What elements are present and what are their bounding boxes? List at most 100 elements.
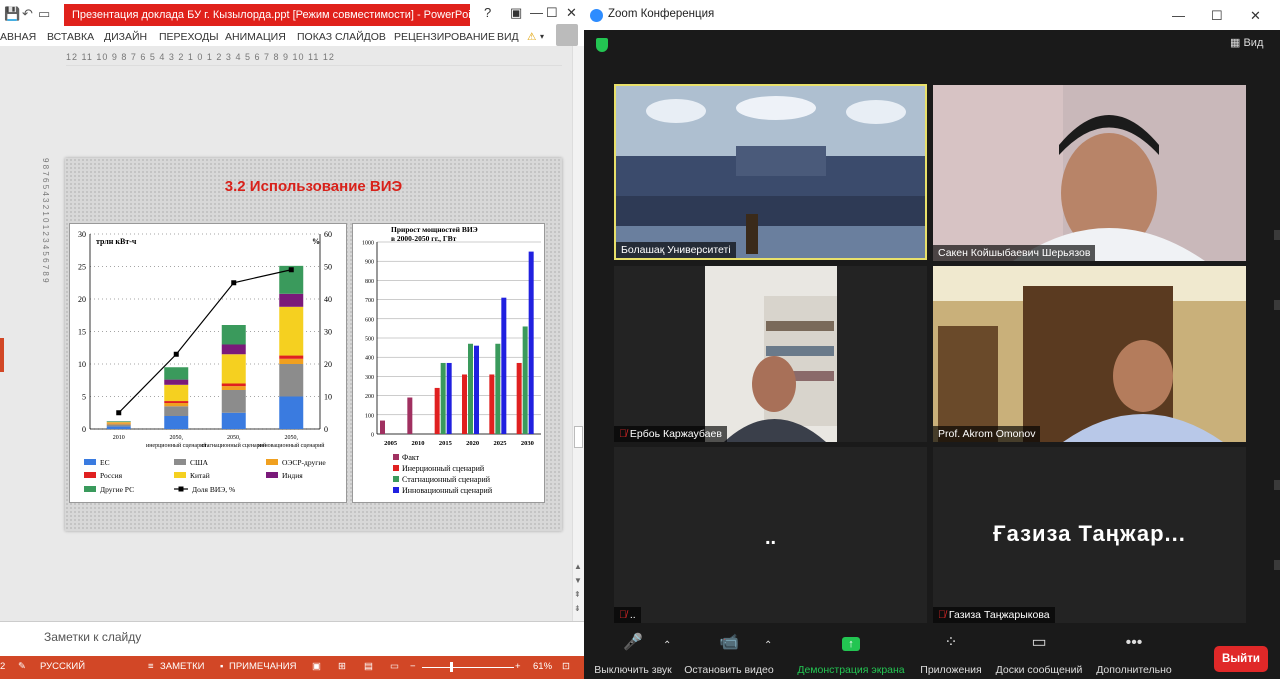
y-tick-label: 500 [365,337,374,343]
fit-slide-icon[interactable]: ⊡ [562,661,570,672]
leave-button[interactable]: Выйти [1214,646,1268,672]
vertical-scrollbar[interactable]: ▲ ▼ ⇞ ⇟ [572,46,584,621]
scroll-thumb[interactable] [574,426,583,448]
participant-initials: .. [764,527,777,549]
normal-view-icon[interactable]: ▣ [312,661,321,672]
bar-segment [164,379,189,385]
slideshow-view-icon[interactable]: ▭ [390,661,399,672]
next-slide-icon[interactable]: ⇟ [574,604,581,613]
video-participant [933,266,1246,442]
maximize-icon[interactable]: ☐ [546,5,558,21]
bar [440,362,446,434]
notes-button[interactable]: ЗАМЕТКИ [160,661,205,672]
thumbnail-pane-edge[interactable] [0,338,4,372]
legend-label: Россия [100,471,123,480]
chevron-up-icon[interactable]: ⌃ [663,640,671,651]
x-tick-label: 2050, [170,435,184,441]
tab-animations[interactable]: АНИМАЦИЯ [225,28,286,46]
bar-segment [106,424,131,427]
minimize-icon[interactable]: — [530,5,543,20]
participant-name: Сакен Койшыбаевич Шерьязов [933,245,1096,261]
mute-button[interactable]: 🎤 Выключить звук [592,630,674,676]
legend-label: ОЭСР-другие [282,458,326,467]
tab-view[interactable]: ВИД [497,28,519,46]
x-tick-label: 2030 [521,440,534,447]
bar-segment [164,403,189,407]
zoom-minimize-icon[interactable]: — [1172,8,1185,23]
x-tick-label: 2025 [494,440,508,447]
tab-insert[interactable]: ВСТАВКА [47,28,94,46]
chevron-up-icon[interactable]: ⌃ [764,640,772,651]
participant-tile[interactable]: Ғазиза Таңжар... 🎙̸ Газиза Таңжарыкова [933,447,1246,623]
slide-sorter-icon[interactable]: ⊞ [338,661,346,672]
zoom-level[interactable]: 61% [533,661,552,672]
whiteboard-button[interactable]: ▭ Доски сообщений [992,630,1086,676]
bar-segment [164,384,189,402]
horizontal-ruler: 12 11 10 9 8 7 6 5 4 3 2 1 0 1 2 3 4 5 6… [66,52,562,66]
language-indicator[interactable]: РУССКИЙ [40,661,85,672]
bar [462,374,467,434]
video-button[interactable]: 📹 Остановить видео [684,630,774,676]
help-icon[interactable]: ? [484,5,491,20]
legend-swatch [174,472,186,478]
participant-tile[interactable]: Prof. Akrom Omonov [933,266,1246,442]
participant-tile[interactable]: 🎙̸ Ербоь Каржаубаев [614,266,927,442]
zoom-slider-thumb[interactable] [450,662,453,672]
dropdown-icon[interactable]: ▾ [540,28,544,46]
slide[interactable]: 3.2 Использование ВИЭ 0 5 10 15 20 25 30 0 10 20 3… [65,158,562,531]
y-tick-label: 20 [78,295,86,304]
bar-segment [221,383,246,387]
prev-slide-icon[interactable]: ⇞ [574,590,581,599]
tab-design[interactable]: ДИЗАЙН [104,28,147,46]
user-avatar[interactable] [556,24,578,46]
encryption-shield-icon[interactable] [596,38,608,52]
participant-name-text: Газиза Таңжарыкова [948,609,1050,621]
participant-tile[interactable]: Сакен Койшыбаевич Шерьязов [933,85,1246,261]
view-label: Вид [1243,37,1264,49]
chart-title-line: в 2000-2050 гг., ГВт [391,234,457,243]
zoom-maximize-icon[interactable]: ☐ [1211,8,1223,24]
proofing-icon[interactable]: ✎ [18,661,26,672]
bar-segment [164,401,189,403]
share-screen-button[interactable]: ↑ Демонстрация экрана [796,630,906,676]
y2-tick-label: 40 [324,295,332,304]
ribbon-display-icon[interactable]: ▣ [510,5,522,21]
y2-tick-label: 0 [324,425,328,434]
x-tick-label: инновационный сценарий [258,442,325,449]
scroll-up-icon[interactable]: ▲ [574,562,582,571]
save-icon[interactable]: 💾 [4,6,20,22]
tab-home[interactable]: АВНАЯ [0,28,36,46]
line-point [116,410,122,416]
y-tick-label: 25 [78,263,86,272]
close-icon[interactable]: ✕ [566,5,577,21]
whiteboard-icon: ▭ [1031,634,1047,651]
zoom-close-icon[interactable]: ✕ [1250,8,1261,24]
zoom-out-icon[interactable]: − [410,661,416,672]
zoom-slider[interactable] [422,667,514,668]
bar-segment [164,367,189,380]
undo-icon[interactable]: ↶ [22,6,33,22]
slideshow-icon[interactable]: ▭ [38,6,50,22]
more-button[interactable]: ••• Дополнительно [1094,630,1174,676]
participant-tile[interactable]: Болашақ Университеті [614,84,927,260]
zoom-in-icon[interactable]: + [515,661,521,672]
apps-button[interactable]: ⁘ Приложения [916,630,986,676]
tab-review[interactable]: РЕЦЕНЗИРОВАНИЕ [394,28,495,46]
comments-button[interactable]: ПРИМЕЧАНИЯ [229,661,296,672]
scroll-down-icon[interactable]: ▼ [574,576,582,585]
participant-tile[interactable]: .. 🎙̸.. [614,447,927,623]
participant-name-text: .. [629,609,636,621]
more-label: Дополнительно [1096,664,1172,676]
legend-label: Инновационный сценарий [402,486,493,495]
view-button[interactable]: ▦ Вид [1230,36,1263,49]
status-bar: 2 ✎ РУССКИЙ ≡ ЗАМЕТКИ ▪ ПРИМЕЧАНИЯ ▣ ⊞ ▤… [0,656,584,679]
warning-icon: ⚠ [527,31,537,43]
chart-title: трлн кВт-ч [96,237,137,246]
tab-transitions[interactable]: ПЕРЕХОДЫ [159,28,219,46]
zoom-window: Zoom Конференция — ☐ ✕ ▦ Вид Болашақ Уни… [584,0,1280,679]
notes-pane[interactable]: Заметки к слайду [0,621,584,656]
notes-placeholder[interactable]: Заметки к слайду [44,630,141,644]
bar-segment [279,396,304,429]
reading-view-icon[interactable]: ▤ [364,661,373,672]
tab-slideshow[interactable]: ПОКАЗ СЛАЙДОВ [297,28,386,46]
